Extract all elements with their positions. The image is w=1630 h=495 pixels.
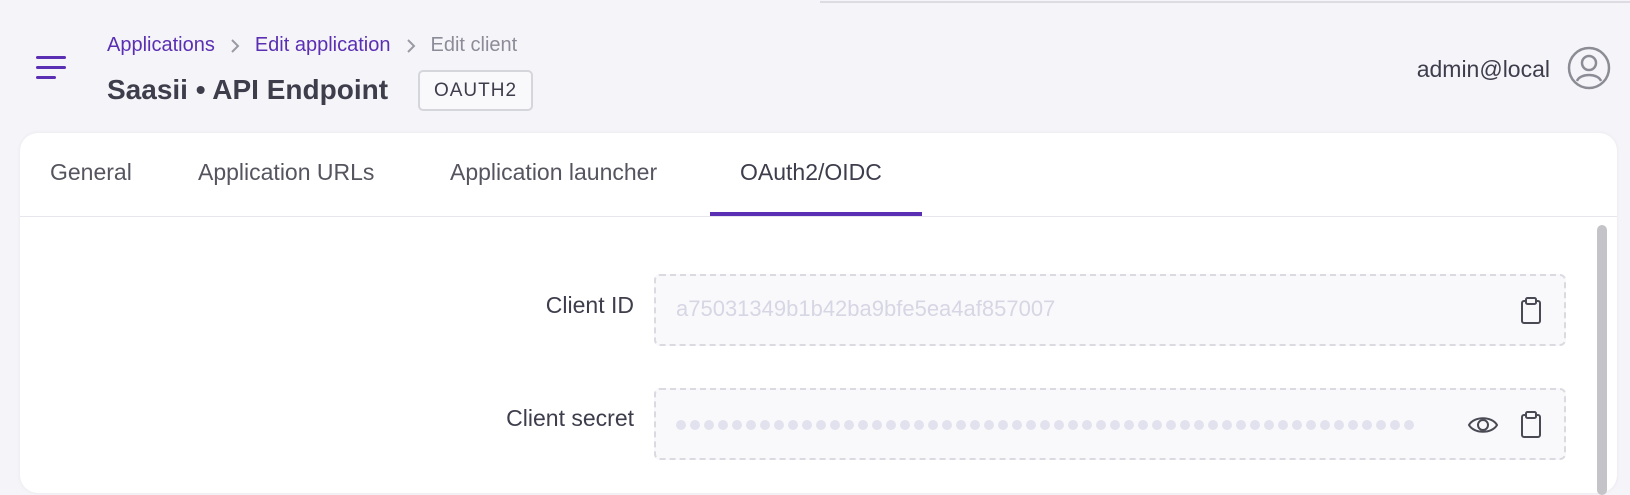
tab-general[interactable]: General (50, 159, 132, 186)
user-circle-icon[interactable] (1566, 45, 1612, 91)
mask-dot (1012, 420, 1022, 430)
mask-dot (1208, 420, 1218, 430)
breadcrumb: Applications Edit application Edit clien… (107, 34, 517, 57)
mask-dot (1250, 420, 1260, 430)
mask-dot (1292, 420, 1302, 430)
mask-dot (1180, 420, 1190, 430)
client-id-label: Client ID (545, 292, 634, 318)
mask-dot (1376, 420, 1386, 430)
mask-dot (1264, 420, 1274, 430)
mask-dot (956, 420, 966, 430)
client-secret-label: Client secret (506, 405, 634, 431)
masked-secret (676, 420, 1414, 430)
page-header: Applications Edit application Edit clien… (0, 0, 1630, 130)
mask-dot (760, 420, 770, 430)
mask-dot (844, 420, 854, 430)
mask-dot (872, 420, 882, 430)
mask-dot (746, 420, 756, 430)
breadcrumb-link-edit-application[interactable]: Edit application (255, 34, 391, 57)
mask-dot (788, 420, 798, 430)
mask-dot (984, 420, 994, 430)
mask-dot (774, 420, 784, 430)
tab-application-launcher[interactable]: Application launcher (450, 159, 657, 186)
clipboard-icon[interactable] (1515, 295, 1547, 327)
client-id-value: a75031349b1b42ba9bfe5ea4af857007 (676, 296, 1056, 321)
mask-dot (1138, 420, 1148, 430)
mask-dot (1026, 420, 1036, 430)
mask-dot (1166, 420, 1176, 430)
mask-dot (998, 420, 1008, 430)
scrollbar[interactable] (1597, 225, 1607, 495)
mask-dot (1110, 420, 1120, 430)
chevron-right-icon (391, 37, 431, 55)
mask-dot (718, 420, 728, 430)
mask-dot (1320, 420, 1330, 430)
client-secret-field[interactable] (654, 388, 1566, 460)
protocol-badge: OAUTH2 (418, 70, 533, 111)
mask-dot (1194, 420, 1204, 430)
active-tab-indicator (710, 212, 922, 216)
mask-dot (676, 420, 686, 430)
mask-dot (1348, 420, 1358, 430)
mask-dot (802, 420, 812, 430)
mask-dot (1040, 420, 1050, 430)
page-title: Saasii • API Endpoint (107, 74, 389, 105)
eye-icon[interactable] (1467, 409, 1499, 441)
mask-dot (1278, 420, 1288, 430)
mask-dot (942, 420, 952, 430)
hamburger-menu-icon[interactable] (30, 52, 72, 86)
mask-dot (886, 420, 896, 430)
mask-dot (914, 420, 924, 430)
mask-dot (732, 420, 742, 430)
mask-dot (690, 420, 700, 430)
mask-dot (1124, 420, 1134, 430)
mask-dot (1362, 420, 1372, 430)
tab-bar: General Application URLs Application lau… (20, 133, 1617, 217)
mask-dot (900, 420, 910, 430)
user-name[interactable]: admin@local (1417, 56, 1550, 83)
mask-dot (858, 420, 868, 430)
mask-dot (1222, 420, 1232, 430)
clipboard-icon[interactable] (1515, 409, 1547, 441)
mask-dot (1404, 420, 1414, 430)
mask-dot (830, 420, 840, 430)
breadcrumb-current: Edit client (430, 34, 518, 56)
mask-dot (1390, 420, 1400, 430)
tab-oauth2-oidc[interactable]: OAuth2/OIDC (740, 159, 882, 186)
chevron-right-icon (215, 37, 255, 55)
mask-dot (1096, 420, 1106, 430)
mask-dot (1082, 420, 1092, 430)
tab-application-urls[interactable]: Application URLs (198, 159, 374, 186)
client-card: General Application URLs Application lau… (20, 133, 1617, 495)
mask-dot (1334, 420, 1344, 430)
mask-dot (816, 420, 826, 430)
mask-dot (1306, 420, 1316, 430)
mask-dot (1152, 420, 1162, 430)
client-id-field[interactable]: a75031349b1b42ba9bfe5ea4af857007 (654, 274, 1566, 346)
mask-dot (1068, 420, 1078, 430)
mask-dot (704, 420, 714, 430)
mask-dot (928, 420, 938, 430)
mask-dot (970, 420, 980, 430)
mask-dot (1236, 420, 1246, 430)
mask-dot (1054, 420, 1064, 430)
breadcrumb-link-applications[interactable]: Applications (107, 34, 215, 57)
